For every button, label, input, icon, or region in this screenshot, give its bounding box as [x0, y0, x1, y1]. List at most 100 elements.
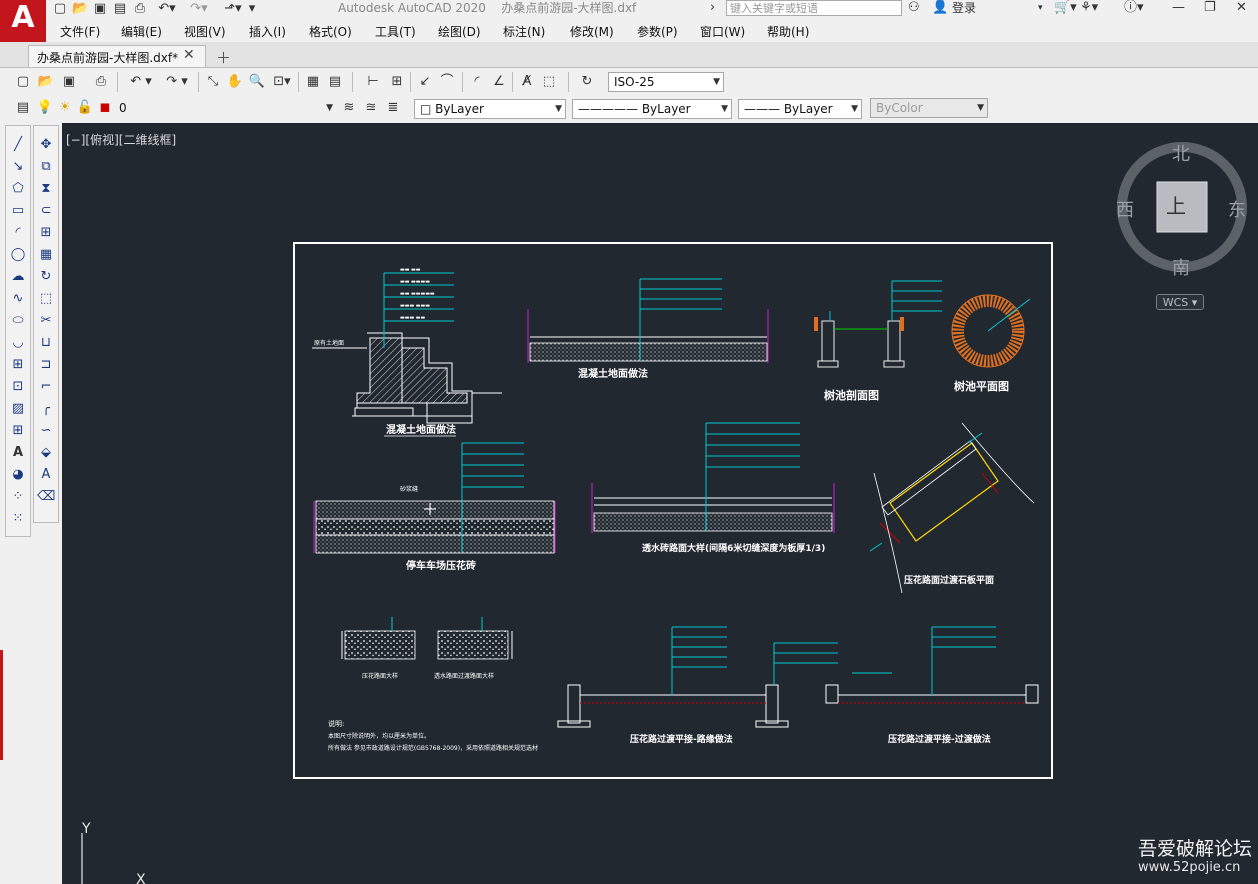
- hatch-icon[interactable]: ▨: [9, 400, 27, 418]
- menu-draw[interactable]: 绘图(D): [438, 23, 481, 40]
- layer-properties-icon[interactable]: ▤: [14, 99, 32, 117]
- divide-icon[interactable]: ⁙: [9, 510, 27, 528]
- point-icon[interactable]: ⁘: [9, 488, 27, 506]
- cart-icon[interactable]: 🛒▾: [1054, 0, 1077, 17]
- viewport-controls[interactable]: [−][俯视][二维线框]: [66, 131, 176, 148]
- array-icon[interactable]: ⊞: [37, 224, 55, 242]
- add-selected-icon[interactable]: ◕: [9, 466, 27, 484]
- share-icon[interactable]: ⬏▾: [222, 1, 244, 16]
- copy-icon[interactable]: ⧉: [37, 158, 55, 176]
- menu-insert[interactable]: 插入(I): [249, 23, 286, 40]
- text-edit-icon[interactable]: A̸: [518, 73, 536, 91]
- construction-line-icon[interactable]: ↘: [9, 158, 27, 176]
- table-icon[interactable]: ⊞: [9, 422, 27, 440]
- multiline-text-icon[interactable]: A: [9, 444, 27, 462]
- zoom-window-icon[interactable]: ⊡▾: [270, 73, 294, 91]
- viewcube-south[interactable]: 南: [1172, 254, 1190, 280]
- explode-icon[interactable]: A: [37, 466, 55, 484]
- angular-dimension-icon[interactable]: ∠: [490, 73, 508, 91]
- minimize-icon[interactable]: —: [1172, 0, 1185, 17]
- menu-window[interactable]: 窗口(W): [700, 23, 745, 40]
- menu-parametric[interactable]: 参数(P): [637, 23, 678, 40]
- update-icon[interactable]: ↻: [578, 73, 596, 91]
- chevron-right-icon[interactable]: ›: [710, 0, 715, 17]
- make-current-icon[interactable]: ≋: [340, 99, 358, 117]
- chevron-down-icon[interactable]: ▾: [1038, 0, 1043, 17]
- menu-modify[interactable]: 修改(M): [570, 23, 614, 40]
- trim-icon[interactable]: ✂: [37, 312, 55, 330]
- layer-color-icon[interactable]: ◼: [96, 99, 114, 117]
- pan-icon[interactable]: ✋: [226, 73, 244, 91]
- array-rect-icon[interactable]: ▦: [37, 246, 55, 264]
- continue-dimension-icon[interactable]: ⊞: [388, 73, 406, 91]
- mirror-icon[interactable]: ⧗: [37, 180, 55, 198]
- break-icon[interactable]: ⊔: [37, 334, 55, 352]
- menu-dimension[interactable]: 标注(N): [503, 23, 545, 40]
- customize-quick-access-icon[interactable]: ▾: [246, 1, 258, 16]
- new-tab-icon[interactable]: ＋: [216, 47, 231, 68]
- menu-file[interactable]: 文件(F): [60, 23, 100, 40]
- ellipse-arc-icon[interactable]: ◡: [9, 334, 27, 352]
- login-button[interactable]: 登录: [952, 0, 976, 17]
- plot-icon[interactable]: ⎙: [92, 73, 110, 91]
- close-icon[interactable]: ✕: [1236, 0, 1247, 17]
- join-icon[interactable]: ⊐: [37, 356, 55, 374]
- restore-icon[interactable]: ❐: [1204, 0, 1216, 17]
- undo-icon[interactable]: ↶ ▾: [124, 73, 158, 91]
- calculator-icon[interactable]: ▤: [326, 73, 344, 91]
- arc-icon[interactable]: ◜: [9, 224, 27, 242]
- 3d-box-icon[interactable]: ⬙: [37, 444, 55, 462]
- insert-block-icon[interactable]: ⊞: [9, 356, 27, 374]
- revision-cloud-icon[interactable]: ☁: [9, 268, 27, 286]
- redo-icon[interactable]: ↷ ▾: [160, 73, 194, 91]
- menu-format[interactable]: 格式(O): [309, 23, 352, 40]
- circle-icon[interactable]: ◯: [9, 246, 27, 264]
- linetype-select[interactable]: ————— ByLayer ▼: [572, 99, 732, 119]
- rotate-icon[interactable]: ↻: [37, 268, 55, 286]
- radius-dimension-icon[interactable]: ◜: [468, 73, 486, 91]
- spline-icon[interactable]: ∿: [9, 290, 27, 308]
- color-select[interactable]: □ ByLayer ▼: [414, 99, 566, 119]
- qnew-icon[interactable]: ▢: [14, 73, 32, 91]
- linear-dimension-icon[interactable]: ⊢: [364, 73, 382, 91]
- polygon-icon[interactable]: ⬠: [9, 180, 27, 198]
- menu-edit[interactable]: 编辑(E): [121, 23, 162, 40]
- ellipse-icon[interactable]: ⬭: [9, 312, 27, 330]
- saveas-icon[interactable]: ▤: [112, 1, 128, 16]
- layer-select[interactable]: 0 ▼: [114, 99, 336, 119]
- scale-icon[interactable]: ⬚: [37, 290, 55, 308]
- dimension-style-icon[interactable]: ⬚: [540, 73, 558, 91]
- move-icon[interactable]: ✥: [37, 136, 55, 154]
- layer-lock-icon[interactable]: 🔓: [76, 99, 94, 117]
- line-icon[interactable]: ╱: [9, 136, 27, 154]
- tab-close-icon[interactable]: ✕: [183, 47, 195, 63]
- chamfer-icon[interactable]: ⌐: [37, 378, 55, 396]
- save-icon[interactable]: ▣: [92, 1, 108, 16]
- help-icon[interactable]: ⓘ▾: [1124, 0, 1144, 17]
- application-menu-button[interactable]: A: [0, 0, 46, 42]
- erase-icon[interactable]: ⌫: [37, 488, 55, 506]
- zoom-extents-icon[interactable]: ⤡: [204, 73, 222, 91]
- layer-state-icon[interactable]: ≣: [384, 99, 402, 117]
- lineweight-select[interactable]: ——— ByLayer ▼: [738, 99, 862, 119]
- binoculars-icon[interactable]: ⚇: [908, 0, 920, 17]
- wcs-menu-button[interactable]: WCS ▾: [1156, 294, 1204, 310]
- fillet-icon[interactable]: ╭: [37, 400, 55, 418]
- arc-length-icon[interactable]: ⌒: [438, 73, 456, 91]
- tab-document[interactable]: 办桑点前游园-大样图.dxf* ✕: [28, 45, 206, 67]
- save-icon[interactable]: ▣: [60, 73, 78, 91]
- make-block-icon[interactable]: ⊡: [9, 378, 27, 396]
- properties-icon[interactable]: ▦: [304, 73, 322, 91]
- model-space-canvas[interactable]: Y X ▬▬ ▬▬▬▬ ▬▬▬▬▬▬ ▬▬▬▬▬▬▬▬ ▬▬▬▬▬▬ ▬▬ 原有…: [62, 123, 1258, 884]
- layer-on-icon[interactable]: 💡: [36, 99, 54, 117]
- menu-tools[interactable]: 工具(T): [375, 23, 416, 40]
- new-icon[interactable]: ▢: [52, 1, 68, 16]
- search-input[interactable]: 键入关键字或短语: [726, 0, 902, 16]
- viewcube-east[interactable]: 东: [1228, 196, 1246, 222]
- zoom-realtime-icon[interactable]: 🔍: [248, 73, 266, 91]
- viewcube-west[interactable]: 西: [1116, 196, 1134, 222]
- redo-icon[interactable]: ↷▾: [185, 1, 213, 16]
- open-icon[interactable]: 📂: [37, 73, 55, 91]
- user-icon[interactable]: 👤: [932, 0, 948, 17]
- menu-view[interactable]: 视图(V): [184, 23, 226, 40]
